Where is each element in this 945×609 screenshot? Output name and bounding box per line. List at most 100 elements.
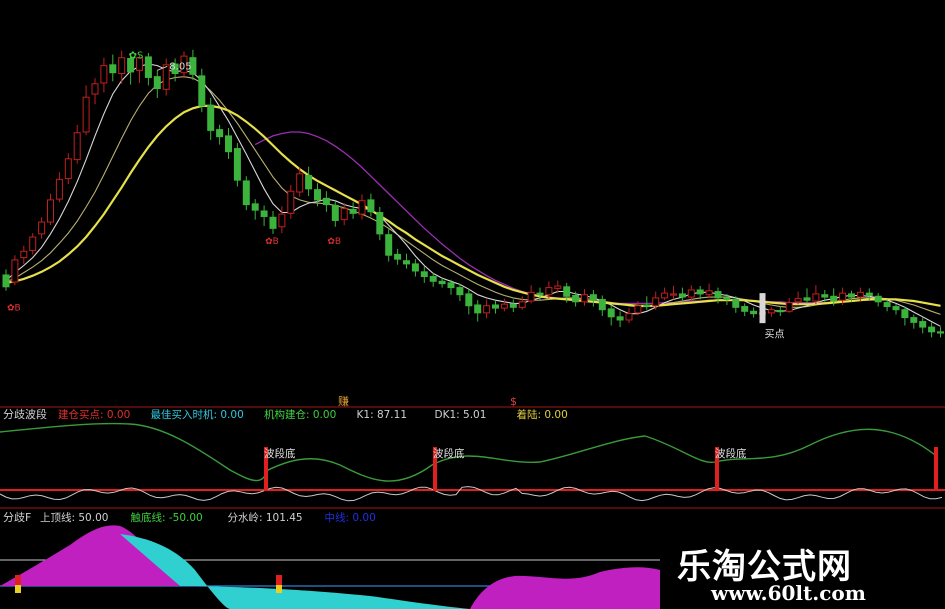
buy-mark: ✿B <box>327 237 341 247</box>
candle-body <box>937 331 944 334</box>
candle-body <box>483 305 491 314</box>
candle-body <box>750 310 758 315</box>
wave-bottom-label: 波段底 <box>264 447 296 460</box>
candle <box>225 128 232 159</box>
indicator2-header: 分歧F 上顶线: 50.00 触底线: -50.00 分水岭: 101.45 中线: … <box>3 511 376 524</box>
candle-body <box>394 253 402 260</box>
candle <box>162 58 170 96</box>
candle-body <box>20 250 28 259</box>
candle <box>358 194 366 220</box>
candle-body <box>705 290 713 296</box>
candle-body <box>776 310 784 313</box>
candle-body <box>678 293 686 298</box>
candle <box>874 293 882 307</box>
candle-body <box>11 259 19 283</box>
candle-body <box>29 236 37 251</box>
candle <box>794 291 802 305</box>
candle-body <box>47 199 54 223</box>
candle-body <box>572 294 580 303</box>
chart-canvas[interactable]: 8.05 ✿S ✿B ✿B ✿B 买点 赚 $ 分歧波段 建仓买点: 0.00 最佳买入时机… <box>0 0 945 609</box>
candle-body <box>643 304 651 307</box>
indicator2-signal-yellow <box>276 585 282 593</box>
indicator1-white-line <box>0 486 943 502</box>
candle <box>492 300 499 314</box>
indicator1-panel: 波段底 波段底 波段底 <box>0 422 945 502</box>
candle-body <box>420 271 428 278</box>
moving-averages <box>5 63 941 327</box>
candle <box>64 153 72 185</box>
candle-body <box>883 302 891 308</box>
candle-body <box>625 313 633 321</box>
candle-body <box>492 304 499 309</box>
candle <box>607 304 615 326</box>
candle-body <box>652 297 660 307</box>
candle <box>287 184 295 219</box>
candle-body <box>723 297 731 300</box>
indicator1-field: 最佳买入时机: 0.00 <box>151 408 244 421</box>
indicator1-field: 建仓买点: 0.00 <box>58 408 130 421</box>
indicator1-green-line <box>0 422 936 482</box>
candle-body <box>661 292 669 299</box>
ma-line-white <box>5 63 941 327</box>
candle-body <box>536 292 544 296</box>
ma-line-yellow <box>5 104 941 307</box>
candle-body <box>73 132 81 161</box>
candle-body <box>2 274 10 288</box>
candle-body <box>554 285 562 289</box>
separator-label-right: $ <box>510 395 517 408</box>
candle <box>411 259 419 277</box>
candle <box>207 97 215 140</box>
candle-body <box>349 208 357 214</box>
candle <box>73 124 81 164</box>
candle-body <box>474 304 482 314</box>
indicator2-field: 触底线: -50.00 <box>131 511 203 524</box>
candle-body <box>314 189 321 201</box>
candle-body <box>518 301 526 308</box>
candle-body <box>714 291 722 299</box>
candle-body <box>581 294 588 303</box>
candle-body <box>429 276 437 282</box>
candle-body <box>741 306 749 312</box>
indicator2-field: 分水岭: 101.45 <box>228 511 303 524</box>
candle-body <box>82 96 90 133</box>
candle-body <box>153 76 161 90</box>
candle-body <box>367 199 375 213</box>
candle-body <box>251 203 259 211</box>
candle-body <box>322 197 330 206</box>
candle <box>919 317 927 334</box>
candle <box>545 281 553 299</box>
indicator1-field: 机构建仓: 0.00 <box>264 408 336 421</box>
indicator1-title: 分歧波段 <box>3 407 47 421</box>
candle-body <box>118 57 126 75</box>
candle <box>892 304 900 315</box>
candle <box>812 285 820 305</box>
ma-line-purple <box>254 131 941 307</box>
candlestick-panel: 8.05 ✿S ✿B ✿B ✿B 买点 <box>2 49 944 340</box>
indicator2-magenta-area-2 <box>470 567 660 609</box>
candle <box>750 307 758 318</box>
candle <box>483 299 491 319</box>
candle <box>670 286 677 300</box>
candle-body <box>616 316 624 321</box>
candle-body <box>225 135 232 153</box>
candle-body <box>670 293 677 296</box>
candle-body <box>919 321 927 328</box>
stock-chart-window: 8.05 ✿S ✿B ✿B ✿B 买点 赚 $ 分歧波段 建仓买点: 0.00 最佳买入时机… <box>0 0 945 609</box>
candle <box>144 52 152 86</box>
buy-mark: ✿B <box>7 304 21 314</box>
candle-body <box>144 56 152 78</box>
candle <box>322 191 330 212</box>
indicator2-signal-red <box>15 575 21 585</box>
candle <box>385 229 393 262</box>
candle <box>91 78 99 105</box>
candle-body <box>340 208 348 221</box>
candle-body <box>509 303 517 308</box>
buy-point-marker <box>759 293 766 324</box>
candle-body <box>910 317 918 323</box>
watermark: 乐淘公式网 www.60lt.com <box>663 535 945 609</box>
candle-body <box>465 293 473 307</box>
candle <box>678 287 686 302</box>
candle <box>109 54 117 82</box>
candle <box>2 269 10 291</box>
candle-body <box>438 280 446 285</box>
